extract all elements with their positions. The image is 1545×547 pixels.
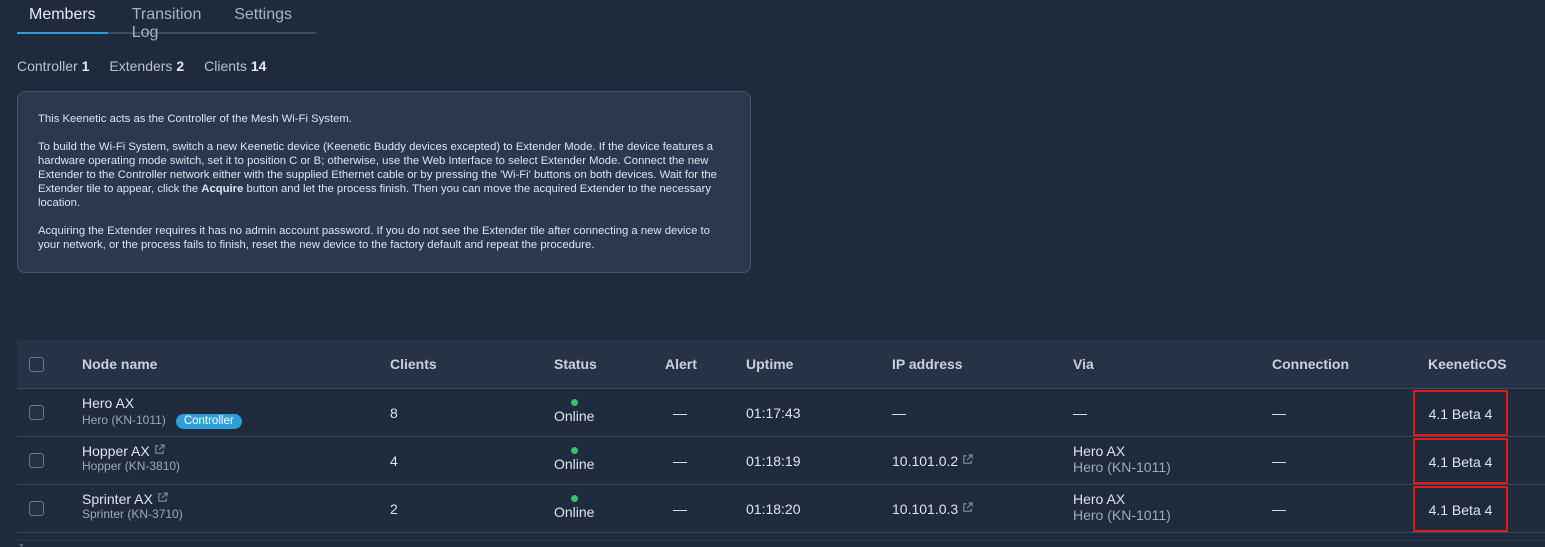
keeneticos-version-cell: 4.1 Beta 4 [1413,438,1508,484]
connection-cell: — [1272,453,1286,469]
header-keeneticos[interactable]: KeeneticOS [1428,356,1507,372]
node-model: Hero (KN-1011) [82,413,166,427]
connection-cell: — [1272,405,1286,421]
tab-settings[interactable]: Settings [234,0,292,34]
status-text: Online [554,408,595,424]
table-header: Node name Clients Status Alert Uptime IP… [17,340,1545,389]
clients-cell: 4 [390,453,398,469]
status-cell: Online [554,399,594,424]
header-uptime[interactable]: Uptime [746,356,793,372]
member-counts: Controller 1 Extenders 2 Clients 14 [17,58,286,74]
via-node-name: Hero AX [1073,443,1126,459]
status-cell: Online [554,447,594,472]
select-all-checkbox[interactable] [29,357,44,372]
info-paragraph-2: To build the Wi-Fi System, switch a new … [38,140,730,210]
node-name-cell: Hero AX Hero (KN-1011) Controller [82,395,242,429]
controller-badge: Controller [175,414,242,429]
via-node-name: Hero AX [1073,491,1126,507]
table-row[interactable]: Hero AX Hero (KN-1011) Controller 8 Onlin… [17,389,1545,437]
clients-cell: 2 [390,501,398,517]
count-value: 14 [250,58,267,74]
info-box: This Keenetic acts as the Controller of … [17,91,751,273]
status-cell: Online [554,495,594,520]
node-name[interactable]: Hero AX [82,395,242,411]
ip-cell: 10.101.0.3 [892,501,973,517]
table-row[interactable]: Hopper AX Hopper (KN-3810) 4 Online — 01… [17,437,1545,485]
external-link-icon[interactable] [157,492,168,503]
online-status-dot-icon [570,399,578,406]
alert-cell: — [673,501,687,517]
via-cell: — [1073,405,1087,421]
node-name-cell: Hopper AX Hopper (KN-3810) [82,443,180,473]
count-label: Extenders [109,58,173,74]
horizontal-scrollbar[interactable]: ◂ [17,540,1545,547]
status-text: Online [554,504,595,520]
scroll-left-arrow-icon[interactable]: ◂ [19,541,23,547]
count-value: 1 [81,58,90,74]
header-alert[interactable]: Alert [665,356,697,372]
alert-cell: — [673,453,687,469]
clients-count[interactable]: Clients 14 [204,58,266,74]
row-checkbox[interactable] [29,405,44,420]
ip-link[interactable]: 10.101.0.3 [892,501,958,517]
count-label: Controller [17,58,78,74]
header-connection[interactable]: Connection [1272,356,1349,372]
alert-cell: — [673,405,687,421]
online-status-dot-icon [570,447,578,454]
header-ip-address[interactable]: IP address [892,356,963,372]
node-name-cell: Sprinter AX Sprinter (KN-3710) [82,491,183,521]
table-row[interactable]: Sprinter AX Sprinter (KN-3710) 2 Online … [17,485,1545,533]
ip-link[interactable]: 10.101.0.2 [892,453,958,469]
ip-cell: — [892,405,906,421]
info-paragraph-1: This Keenetic acts as the Controller of … [38,113,352,125]
via-node-model: Hero (KN-1011) [1073,459,1171,475]
keeneticos-version-cell: 4.1 Beta 4 [1413,486,1508,532]
online-status-dot-icon [570,495,578,502]
header-clients[interactable]: Clients [390,356,437,372]
uptime-cell: 01:18:19 [746,453,801,469]
count-value: 2 [176,58,185,74]
extenders-count[interactable]: Extenders 2 [109,58,184,74]
tab-bar: Members Transition Log Settings [17,0,316,41]
header-status[interactable]: Status [554,356,597,372]
node-name[interactable]: Hopper AX [82,443,150,459]
header-node-name[interactable]: Node name [82,356,157,372]
tab-transition-log[interactable]: Transition Log [132,0,211,41]
row-checkbox[interactable] [29,501,44,516]
via-node-model: Hero (KN-1011) [1073,507,1171,523]
header-via[interactable]: Via [1073,356,1094,372]
ip-cell: 10.101.0.2 [892,453,973,469]
node-model: Hopper (KN-3810) [82,459,181,473]
clients-cell: 8 [390,405,398,421]
info-bold-text: Acquire [201,183,244,195]
uptime-cell: 01:17:43 [746,405,801,421]
count-label: Clients [204,58,247,74]
members-table: Node name Clients Status Alert Uptime IP… [17,340,1545,540]
connection-cell: — [1272,501,1286,517]
tab-members[interactable]: Members [17,0,108,34]
keeneticos-version-cell: 4.1 Beta 4 [1413,390,1508,436]
external-link-icon[interactable] [962,454,973,465]
via-cell: Hero AX Hero (KN-1011) [1073,443,1171,475]
info-paragraph-3: Acquiring the Extender requires it has n… [38,225,710,251]
controller-count[interactable]: Controller 1 [17,58,89,74]
row-checkbox[interactable] [29,453,44,468]
external-link-icon[interactable] [154,444,165,455]
status-text: Online [554,456,595,472]
node-name[interactable]: Sprinter AX [82,491,153,507]
node-model: Sprinter (KN-3710) [82,507,183,521]
via-cell: Hero AX Hero (KN-1011) [1073,491,1171,523]
external-link-icon[interactable] [962,502,973,513]
uptime-cell: 01:18:20 [746,501,801,517]
